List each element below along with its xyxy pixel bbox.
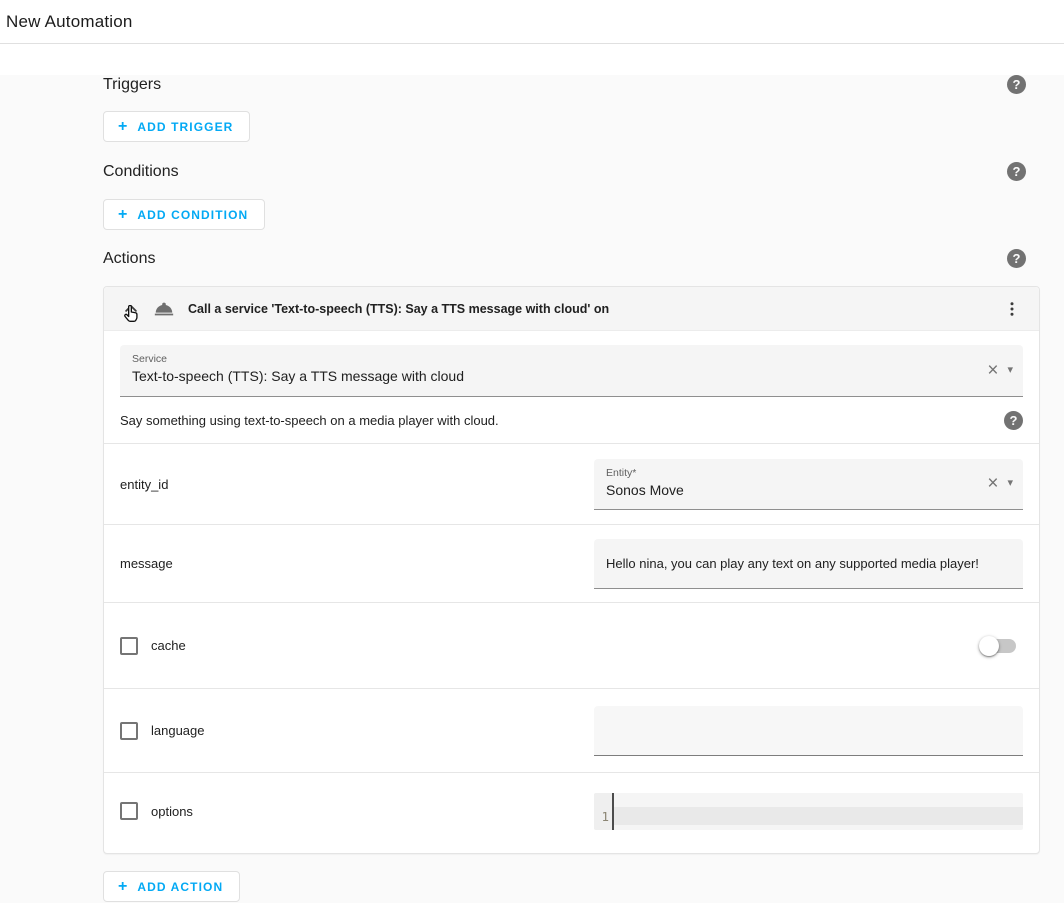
triggers-heading: Triggers xyxy=(103,76,161,94)
collapse-chevron-up-icon[interactable] xyxy=(120,298,142,320)
service-field-value: Text-to-speech (TTS): Say a TTS message … xyxy=(132,368,953,384)
action-card: Call a service 'Text-to-speech (TTS): Sa… xyxy=(103,286,1040,854)
triggers-help-icon[interactable]: ? xyxy=(1007,75,1026,94)
service-description: Say something using text-to-speech on a … xyxy=(120,413,499,428)
options-checkbox[interactable] xyxy=(120,802,138,820)
message-row: message Hello nina, you can play any tex… xyxy=(104,525,1039,602)
message-label: message xyxy=(120,556,173,571)
cache-checkbox[interactable] xyxy=(120,637,138,655)
language-input-field[interactable] xyxy=(594,706,1023,756)
options-yaml-editor[interactable]: 1 xyxy=(594,793,1023,830)
conditions-section-header: Conditions ? xyxy=(103,162,1040,181)
actions-section-header: Actions ? xyxy=(103,249,1040,268)
message-field-value: Hello nina, you can play any text on any… xyxy=(606,556,979,571)
automation-editor: Triggers ? + ADD TRIGGER Conditions ? + … xyxy=(0,75,1064,903)
entity-id-row: entity_id Entity* Sonos Move × ▾ xyxy=(104,444,1039,524)
service-help-icon[interactable]: ? xyxy=(1004,411,1023,430)
action-card-title: Call a service 'Text-to-speech (TTS): Sa… xyxy=(188,302,609,316)
service-clear-icon[interactable]: × xyxy=(987,361,998,380)
conditions-heading: Conditions xyxy=(103,163,179,181)
cache-label: cache xyxy=(151,638,186,653)
card-overflow-menu-icon[interactable] xyxy=(1001,298,1023,320)
service-field[interactable]: Service Text-to-speech (TTS): Say a TTS … xyxy=(120,345,1023,397)
toggle-knob xyxy=(979,636,999,656)
cache-toggle-switch[interactable] xyxy=(982,639,1016,653)
message-input-field[interactable]: Hello nina, you can play any text on any… xyxy=(594,539,1023,589)
yaml-active-line xyxy=(614,807,1023,825)
actions-heading: Actions xyxy=(103,250,155,268)
cache-row: cache xyxy=(104,603,1039,688)
language-row: language xyxy=(104,689,1039,772)
triggers-section-header: Triggers ? xyxy=(103,75,1040,94)
yaml-line-number: 1 xyxy=(594,793,614,830)
plus-icon: + xyxy=(118,878,127,896)
conditions-help-icon[interactable]: ? xyxy=(1007,162,1026,181)
page-title: New Automation xyxy=(6,12,133,32)
add-action-button[interactable]: + ADD ACTION xyxy=(103,871,240,902)
actions-help-icon[interactable]: ? xyxy=(1007,249,1026,268)
entity-caret-down-icon[interactable]: ▾ xyxy=(1007,478,1013,489)
entity-field-label: Entity* xyxy=(606,467,953,479)
add-trigger-label: ADD TRIGGER xyxy=(137,120,233,134)
yaml-editor-padding xyxy=(614,793,1023,807)
options-label: options xyxy=(151,804,193,819)
plus-icon: + xyxy=(118,118,127,136)
plus-icon: + xyxy=(118,206,127,224)
language-checkbox[interactable] xyxy=(120,722,138,740)
app-header: New Automation xyxy=(0,0,1064,44)
service-field-label: Service xyxy=(132,353,953,365)
add-trigger-button[interactable]: + ADD TRIGGER xyxy=(103,111,250,142)
service-caret-down-icon[interactable]: ▾ xyxy=(1007,365,1013,376)
language-label: language xyxy=(151,723,205,738)
entity-id-label: entity_id xyxy=(120,477,168,492)
entity-clear-icon[interactable]: × xyxy=(987,474,998,493)
options-row: options 1 xyxy=(104,773,1039,849)
add-condition-label: ADD CONDITION xyxy=(137,208,248,222)
add-condition-button[interactable]: + ADD CONDITION xyxy=(103,199,265,230)
entity-field-value: Sonos Move xyxy=(606,482,953,498)
entity-picker-field[interactable]: Entity* Sonos Move × ▾ xyxy=(594,459,1023,510)
add-action-label: ADD ACTION xyxy=(137,880,223,894)
service-bell-icon xyxy=(153,298,175,320)
action-card-header: Call a service 'Text-to-speech (TTS): Sa… xyxy=(104,287,1039,331)
